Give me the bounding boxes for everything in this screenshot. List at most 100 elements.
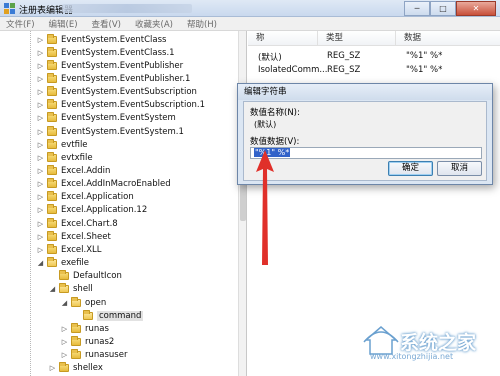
tree-node[interactable]: ▷ EventSystem.EventSubscription bbox=[36, 86, 197, 99]
folder-icon bbox=[83, 309, 93, 320]
folder-icon bbox=[47, 138, 57, 149]
collapsed-arrow-icon[interactable]: ▷ bbox=[36, 101, 45, 110]
expanded-arrow-icon[interactable]: ◢ bbox=[60, 298, 69, 307]
collapsed-arrow-icon[interactable]: ▷ bbox=[36, 245, 45, 254]
tree-node-label: shellex bbox=[73, 363, 103, 374]
collapsed-arrow-icon[interactable]: ▷ bbox=[48, 364, 57, 373]
collapsed-arrow-icon[interactable]: ▷ bbox=[36, 114, 45, 123]
folder-icon bbox=[47, 59, 57, 70]
tree-node-label: EventSystem.EventSystem bbox=[61, 113, 176, 124]
tree-node[interactable]: ▷ EventSystem.EventSystem bbox=[36, 112, 176, 125]
tree-node[interactable]: ▷ EventSystem.EventSubscription.1 bbox=[36, 99, 205, 112]
tree-node[interactable]: ▷ Excel.Application.12 bbox=[36, 204, 147, 217]
tree-node-label: runasuser bbox=[85, 350, 128, 361]
tree-node[interactable]: ▷ EventSystem.EventPublisher bbox=[36, 59, 183, 72]
collapsed-arrow-icon[interactable]: ▷ bbox=[36, 35, 45, 44]
tree-node-label: DefaultIcon bbox=[73, 271, 122, 282]
menu-edit[interactable]: 编辑(E) bbox=[49, 18, 78, 30]
collapsed-arrow-icon[interactable]: ▷ bbox=[36, 180, 45, 189]
tree-node[interactable]: ▷ Excel.XLL bbox=[36, 243, 102, 256]
column-header-data[interactable]: 数据 bbox=[396, 31, 500, 46]
tree-node[interactable]: ◢ exefile bbox=[36, 257, 89, 270]
tree-node[interactable]: ▷ evtfile bbox=[36, 138, 88, 151]
tree-node-label: evtxfile bbox=[61, 152, 93, 163]
value-name-label: 数值名称(N): bbox=[250, 108, 300, 118]
collapsed-arrow-icon[interactable]: ▷ bbox=[36, 167, 45, 176]
tree-node[interactable]: ◢ shell bbox=[48, 283, 93, 296]
folder-icon bbox=[47, 151, 57, 162]
folder-icon bbox=[47, 165, 57, 175]
value-row-name[interactable]: IsolatedComm... bbox=[258, 65, 327, 75]
folder-icon bbox=[47, 46, 57, 57]
close-button[interactable]: ✕ bbox=[456, 1, 496, 16]
dialog-title[interactable]: 编辑字符串 bbox=[238, 84, 492, 100]
collapsed-arrow-icon[interactable]: ▷ bbox=[60, 337, 69, 346]
collapsed-arrow-icon[interactable]: ▷ bbox=[60, 351, 69, 360]
tree-node-label: EventSystem.EventSubscription.1 bbox=[61, 100, 206, 111]
tree-node[interactable]: ▷ Excel.Chart.8 bbox=[36, 217, 118, 230]
tree-node[interactable]: ▷ Excel.Addin bbox=[36, 165, 110, 178]
tree-node[interactable]: ▷ EventSystem.EventPublisher.1 bbox=[36, 72, 190, 85]
tree-node-label: evtfile bbox=[61, 139, 88, 150]
menu-favorites[interactable]: 收藏夹(A) bbox=[135, 18, 173, 30]
collapsed-arrow-icon[interactable]: ▷ bbox=[36, 206, 45, 215]
tree-node-label: EventSystem.EventPublisher.1 bbox=[61, 73, 191, 84]
tree-node-label: EventSystem.EventPublisher bbox=[61, 60, 184, 71]
value-row-data: "%1" %* bbox=[406, 65, 443, 75]
ok-button[interactable]: 确定 bbox=[388, 161, 433, 176]
tree-node[interactable]: ▷ runas bbox=[60, 322, 109, 335]
collapsed-arrow-icon[interactable]: ▷ bbox=[36, 153, 45, 162]
folder-icon bbox=[59, 362, 69, 373]
collapsed-arrow-icon[interactable]: ▷ bbox=[36, 61, 45, 70]
menu-help[interactable]: 帮助(H) bbox=[187, 18, 217, 30]
cancel-button[interactable]: 取消 bbox=[437, 161, 482, 176]
folder-icon bbox=[59, 270, 69, 281]
regedit-icon bbox=[4, 3, 15, 14]
value-row-name[interactable]: (默认) bbox=[258, 51, 282, 63]
folder-icon bbox=[47, 86, 57, 97]
tree-node-label: EventSystem.EventClass.1 bbox=[61, 47, 175, 58]
folder-icon bbox=[71, 349, 81, 360]
column-header-type[interactable]: 类型 bbox=[318, 31, 396, 46]
folder-icon bbox=[47, 230, 57, 241]
menu-file[interactable]: 文件(F) bbox=[6, 18, 35, 30]
maximize-button[interactable]: □ bbox=[430, 1, 456, 16]
value-data-field[interactable]: "%1" %* bbox=[250, 147, 482, 159]
folder-icon bbox=[47, 204, 57, 215]
tree-node-label: EventSystem.EventSubscription bbox=[61, 87, 197, 98]
tree-node[interactable]: ▷ Excel.Sheet bbox=[36, 230, 111, 243]
edit-string-dialog: 编辑字符串 数值名称(N): (默认) 数值数据(V): "%1" %* 确定 … bbox=[237, 83, 493, 185]
tree-node[interactable]: ▷ runasuser bbox=[60, 349, 127, 362]
tree-node[interactable]: ◢ open bbox=[60, 296, 106, 309]
folder-icon bbox=[59, 283, 69, 294]
tree-node-label: EventSystem.EventSystem.1 bbox=[61, 126, 184, 137]
collapsed-arrow-icon[interactable]: ▷ bbox=[36, 74, 45, 83]
collapsed-arrow-icon[interactable]: ▷ bbox=[36, 127, 45, 136]
tree-node[interactable]: command bbox=[72, 309, 144, 322]
collapsed-arrow-icon[interactable]: ▷ bbox=[60, 324, 69, 333]
minimize-button[interactable]: ─ bbox=[404, 1, 430, 16]
collapsed-arrow-icon[interactable]: ▷ bbox=[36, 232, 45, 241]
tree-node[interactable]: ▷ Excel.Application bbox=[36, 191, 134, 204]
tree-node[interactable]: DefaultIcon bbox=[48, 270, 122, 283]
tree-node[interactable]: ▷ shellex bbox=[48, 362, 103, 375]
tree-node[interactable]: ▷ EventSystem.EventClass bbox=[36, 33, 166, 46]
registry-key-tree[interactable]: ▷ EventSystem.EventClass ▷ EventSystem.Even… bbox=[0, 31, 247, 376]
expanded-arrow-icon[interactable]: ◢ bbox=[36, 259, 45, 268]
column-header-name[interactable]: 称 bbox=[248, 31, 318, 46]
tree-node[interactable]: ▷ Excel.AddInMacroEnabled bbox=[36, 178, 171, 191]
expanded-arrow-icon[interactable]: ◢ bbox=[48, 285, 57, 294]
collapsed-arrow-icon[interactable]: ▷ bbox=[36, 193, 45, 202]
tree-node[interactable]: ▷ runas2 bbox=[60, 335, 114, 348]
collapsed-arrow-icon[interactable]: ▷ bbox=[36, 88, 45, 97]
collapsed-arrow-icon[interactable]: ▷ bbox=[36, 140, 45, 149]
tree-node[interactable]: ▷ evtxfile bbox=[36, 151, 93, 164]
tree-node-label: Excel.AddInMacroEnabled bbox=[61, 179, 171, 190]
collapsed-arrow-icon[interactable]: ▷ bbox=[36, 48, 45, 57]
tree-node[interactable]: ▷ EventSystem.EventSystem.1 bbox=[36, 125, 184, 138]
menu-bar: 文件(F) 编辑(E) 查看(V) 收藏夹(A) 帮助(H) bbox=[0, 17, 500, 31]
tree-node[interactable]: ▷ EventSystem.EventClass.1 bbox=[36, 46, 175, 59]
menu-view[interactable]: 查看(V) bbox=[92, 18, 121, 30]
blurred-title-region bbox=[62, 4, 192, 13]
collapsed-arrow-icon[interactable]: ▷ bbox=[36, 219, 45, 228]
